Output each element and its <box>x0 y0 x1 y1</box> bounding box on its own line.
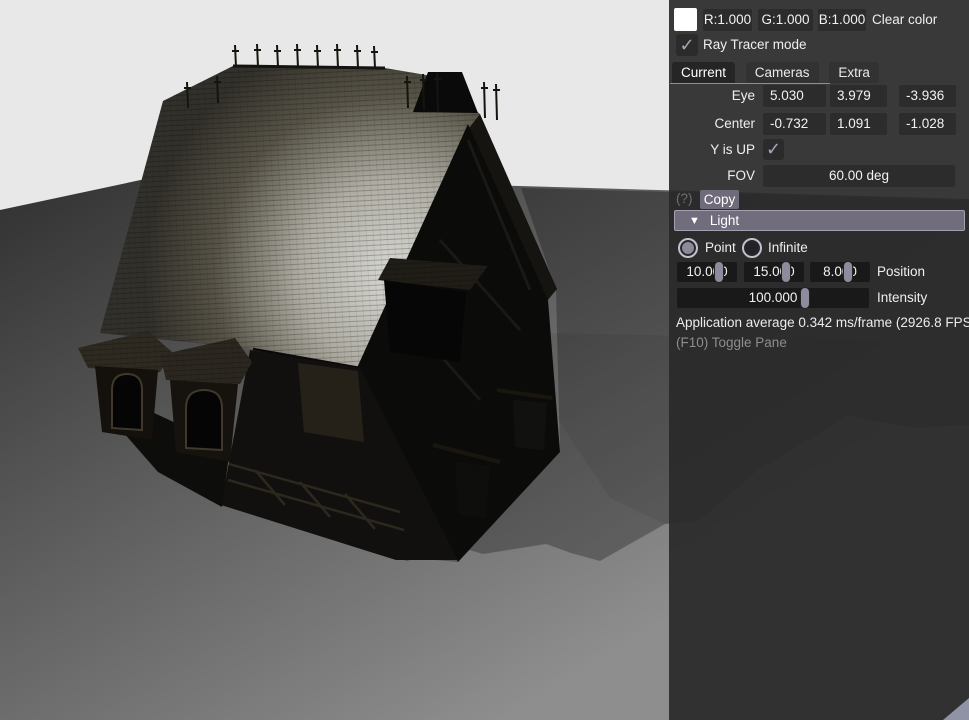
fov-label: FOV <box>727 168 755 183</box>
center-y-field[interactable]: 1.091 <box>830 113 887 135</box>
slider-handle[interactable] <box>843 261 853 283</box>
checkmark-icon: ✓ <box>765 139 782 159</box>
copy-button[interactable]: Copy <box>700 190 739 209</box>
light-position-y-slider[interactable]: 15.000 <box>744 261 804 283</box>
clear-color-swatch[interactable] <box>674 8 697 31</box>
light-section-header[interactable]: ▼ Light <box>674 210 965 231</box>
clear-color-label: Clear color <box>872 12 938 27</box>
control-panel: R:1.000 G:1.000 B:1.000 Clear color ✓ Ra… <box>669 0 969 720</box>
tab-underline <box>670 83 830 84</box>
fov-field[interactable]: 60.00 deg <box>763 165 955 187</box>
dormer2-window <box>185 388 223 452</box>
front-door-panel <box>298 363 364 442</box>
center-label: Center <box>714 116 755 131</box>
light-position-z-slider[interactable]: 8.000 <box>810 261 870 283</box>
eye-x-field[interactable]: 5.030 <box>763 85 826 107</box>
frame-stats: Application average 0.342 ms/frame (2926… <box>676 315 969 330</box>
tab-cameras[interactable]: Cameras <box>745 62 819 83</box>
roof-ridge <box>232 64 386 70</box>
y-up-label: Y is UP <box>710 142 755 157</box>
clear-color-g-button[interactable]: G:1.000 <box>758 9 813 31</box>
dormer1-window <box>111 372 143 432</box>
slider-handle[interactable] <box>714 261 724 283</box>
point-radio[interactable] <box>678 238 698 258</box>
clear-color-b-button[interactable]: B:1.000 <box>818 9 866 31</box>
resize-grip-triangle <box>943 698 969 720</box>
light-section-title: Light <box>709 213 740 228</box>
y-up-checkbox[interactable]: ✓ <box>763 139 784 160</box>
checkmark-icon: ✓ <box>679 35 695 55</box>
center-z-field[interactable]: -1.028 <box>899 113 956 135</box>
eye-z-field[interactable]: -3.936 <box>899 85 956 107</box>
light-intensity-value: 100.000 <box>748 290 798 305</box>
hanging-sign-upper <box>513 400 547 450</box>
eye-label: Eye <box>731 88 755 103</box>
center-x-field[interactable]: -0.732 <box>763 113 826 135</box>
oriel-body <box>384 280 466 362</box>
point-label: Point <box>705 240 736 255</box>
position-label: Position <box>877 264 926 279</box>
hanging-sign-lower <box>455 462 490 518</box>
tab-bar: Current Cameras Extra <box>672 62 886 83</box>
slider-handle[interactable] <box>781 261 791 283</box>
light-intensity-slider[interactable]: 100.000 <box>677 287 869 309</box>
tab-current[interactable]: Current <box>672 62 736 83</box>
toggle-pane-hint: (F10) Toggle Pane <box>676 335 787 350</box>
tab-extra[interactable]: Extra <box>829 62 879 83</box>
infinite-radio[interactable] <box>742 238 762 258</box>
light-position-x-slider[interactable]: 10.000 <box>677 261 737 283</box>
ray-tracer-label: Ray Tracer mode <box>703 37 807 52</box>
clear-color-r-button[interactable]: R:1.000 <box>703 9 752 31</box>
collapse-triangle-icon: ▼ <box>689 214 700 227</box>
infinite-label: Infinite <box>768 240 808 255</box>
help-link[interactable]: (?) <box>676 191 693 206</box>
slider-handle[interactable] <box>800 287 810 309</box>
intensity-label: Intensity <box>877 290 928 305</box>
eye-y-field[interactable]: 3.979 <box>830 85 887 107</box>
resize-grip[interactable] <box>943 698 969 720</box>
ray-tracer-checkbox[interactable]: ✓ <box>676 34 698 56</box>
app-window: R:1.000 G:1.000 B:1.000 Clear color ✓ Ra… <box>0 0 969 720</box>
